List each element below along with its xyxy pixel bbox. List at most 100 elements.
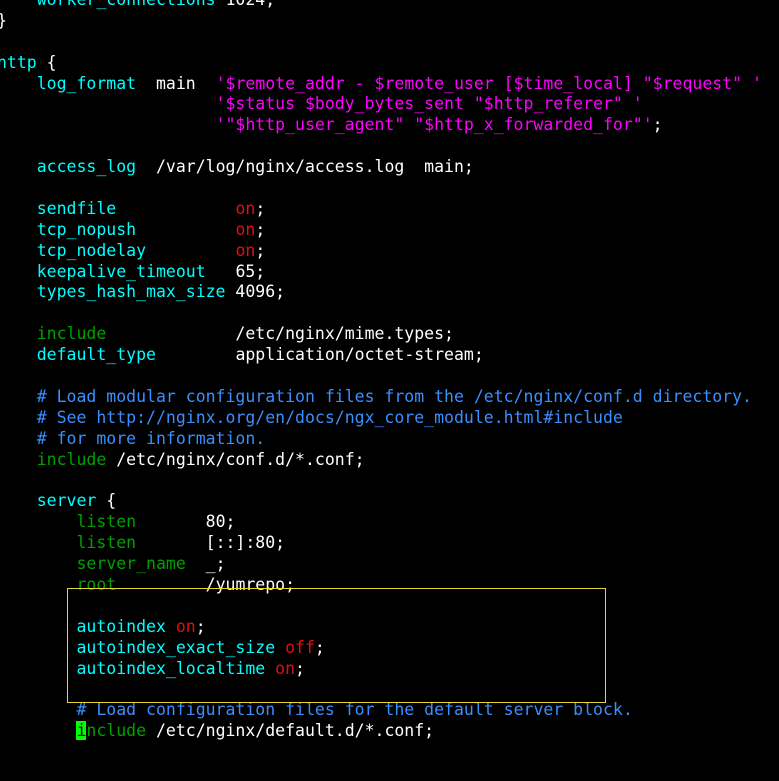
directive-name: autoindex (76, 616, 166, 636)
flag-value: on (235, 219, 256, 239)
code-line[interactable] (0, 596, 779, 617)
terminal-editor[interactable]: worker_connections 1024;} http { log_form… (0, 0, 779, 742)
code-token: application/octet-stream; (155, 345, 484, 365)
directive-name: worker_connections (37, 0, 216, 9)
code-token: ; (255, 198, 266, 218)
code-line[interactable]: include /etc/nginx/default.d/*.conf; (0, 721, 779, 742)
code-token: /etc/nginx/conf.d/*.conf; (106, 449, 365, 469)
directive-name: listen (76, 533, 137, 553)
text-cursor: i (76, 721, 87, 741)
code-line[interactable]: tcp_nopush on; (0, 220, 779, 241)
code-line[interactable]: types_hash_max_size 4096; (0, 282, 779, 303)
code-line[interactable]: access_log /var/log/nginx/access.log mai… (0, 157, 779, 178)
code-line[interactable]: # See http://nginx.org/en/docs/ngx_core_… (0, 408, 779, 429)
directive-name: log_format (36, 73, 137, 93)
code-line[interactable]: include /etc/nginx/conf.d/*.conf; (0, 450, 779, 471)
directive-name: server_name (76, 554, 186, 574)
code-line[interactable] (0, 366, 779, 387)
directive-name: access_log (36, 157, 137, 177)
code-line[interactable]: autoindex on; (0, 617, 779, 638)
flag-value: on (235, 198, 256, 218)
code-token: ; (652, 115, 663, 135)
code-line[interactable]: listen [::]:80; (0, 533, 779, 554)
code-line[interactable]: keepalive_timeout 65; (0, 262, 779, 283)
code-line[interactable] (0, 32, 779, 53)
code-line[interactable]: autoindex_exact_size off; (0, 638, 779, 659)
code-token: ; (295, 658, 305, 678)
code-token: 65; (205, 261, 266, 281)
comment-text: # See http://nginx.org/en/docs/ngx_core_… (36, 407, 623, 427)
code-line[interactable]: server_name _; (0, 554, 779, 575)
directive-name: autoindex_exact_size (76, 637, 276, 657)
code-token: ; (255, 219, 266, 239)
code-token: [::]:80; (136, 533, 286, 553)
directive-name: include (36, 324, 107, 344)
code-line[interactable]: http { (0, 53, 779, 74)
code-line[interactable]: default_type application/octet-stream; (0, 345, 779, 366)
code-line[interactable]: autoindex_localtime on; (0, 659, 779, 680)
code-line[interactable]: '"$http_user_agent" "$http_x_forwarded_f… (0, 115, 779, 136)
flag-value: on (275, 658, 296, 678)
string-literal: '"$http_user_agent" "$http_x_forwarded_f… (215, 115, 653, 135)
code-token: ; (255, 240, 266, 260)
code-token: 1024; (216, 0, 275, 9)
code-line[interactable]: log_format main '$remote_addr - $remote_… (0, 74, 779, 95)
code-line[interactable]: listen 80; (0, 512, 779, 533)
code-line[interactable]: root /yumrepo; (0, 575, 779, 596)
directive-name: tcp_nopush (36, 219, 137, 239)
code-token: /etc/nginx/default.d/*.conf; (146, 721, 435, 741)
directive-name: nclude (86, 721, 147, 741)
code-line[interactable] (0, 679, 779, 700)
code-token: /yumrepo; (116, 574, 296, 594)
code-line[interactable]: server { (0, 491, 779, 512)
code-line[interactable]: worker_connections 1024; (0, 0, 779, 11)
code-line[interactable]: tcp_nodelay on; (0, 241, 779, 262)
directive-name: root (76, 574, 117, 594)
string-literal: '$status $body_bytes_sent "$http_referer… (215, 94, 643, 114)
code-line[interactable] (0, 470, 779, 491)
code-line[interactable]: # Load configuration files for the defau… (0, 700, 779, 721)
code-line[interactable]: include /etc/nginx/mime.types; (0, 324, 779, 345)
directive-name: types_hash_max_size (36, 282, 226, 302)
code-token: ; (195, 616, 206, 636)
string-literal: '$remote_addr - $remote_user [$time_loca… (215, 73, 762, 93)
code-line[interactable]: '$status $body_bytes_sent "$http_referer… (0, 94, 779, 115)
code-line[interactable]: sendfile on; (0, 199, 779, 220)
code-line[interactable] (0, 303, 779, 324)
directive-name: tcp_nodelay (36, 240, 147, 260)
comment-text: # Load modular configuration files from … (36, 386, 752, 406)
comment-text: # for more information. (36, 428, 266, 448)
flag-value: off (285, 637, 315, 657)
code-line[interactable]: # for more information. (0, 429, 779, 450)
code-line[interactable] (0, 178, 779, 199)
code-line[interactable]: } (0, 11, 779, 32)
code-line[interactable] (0, 136, 779, 157)
directive-name: sendfile (36, 198, 117, 218)
flag-value: on (175, 616, 196, 636)
code-token: main (136, 73, 216, 93)
code-line[interactable]: # Load modular configuration files from … (0, 387, 779, 408)
directive-name: autoindex_localtime (76, 658, 266, 678)
